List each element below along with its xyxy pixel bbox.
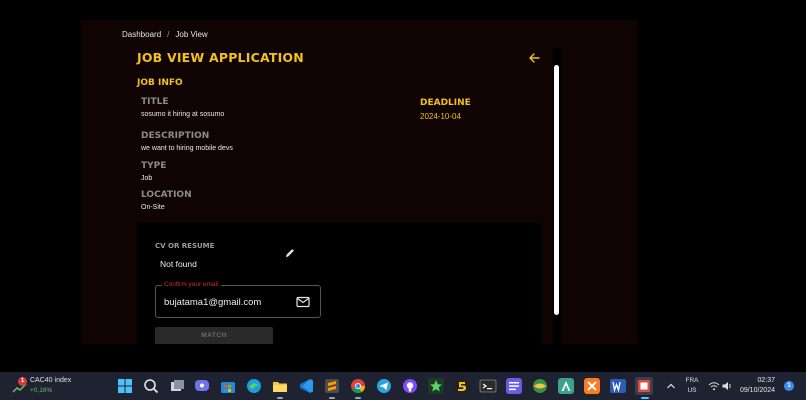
volume-icon[interactable]	[721, 380, 733, 392]
stock-widget[interactable]: 1 CAC40 index +0,16%	[12, 376, 82, 396]
github-icon[interactable]	[401, 377, 419, 395]
match-button[interactable]: MATCH	[155, 327, 273, 344]
section-title-job-info: JOB INFO	[137, 78, 183, 88]
deadline-label: DEADLINE	[420, 98, 471, 108]
breadcrumb-separator: /	[167, 30, 170, 39]
scrollbar-thumb[interactable]	[554, 65, 559, 315]
word-icon[interactable]	[609, 377, 627, 395]
editor-icon[interactable]	[505, 377, 523, 395]
breadcrumb-dashboard[interactable]: Dashboard	[122, 30, 161, 39]
search-icon[interactable]	[142, 377, 160, 395]
vscode-icon[interactable]	[297, 377, 315, 395]
sublime-text-icon[interactable]	[323, 377, 341, 395]
android-studio-icon[interactable]	[557, 377, 575, 395]
chrome-icon[interactable]	[349, 377, 367, 395]
widget-badge: 1	[18, 377, 27, 386]
arrow-left-icon[interactable]	[527, 51, 541, 65]
active-indicator	[355, 397, 361, 399]
desktop: Dashboard / Job View JOB VIEW APPLICATIO…	[0, 0, 806, 400]
cv-panel: CV OR RESUME Not found Confirm your emai…	[137, 223, 542, 344]
chevron-up-icon[interactable]	[665, 380, 677, 392]
widget-change: +0,16%	[30, 387, 53, 394]
email-field[interactable]: Confirm your email bujatama1@gmail.com	[155, 281, 321, 318]
type-value: Job	[141, 175, 153, 182]
deadline-value: 2024-10-04	[420, 112, 461, 121]
email-value[interactable]: bujatama1@gmail.com	[164, 297, 261, 308]
clock-time[interactable]: 02:37	[735, 377, 775, 384]
game-star-icon[interactable]	[427, 377, 445, 395]
widget-title: CAC40 index	[30, 377, 72, 384]
maps-icon[interactable]	[531, 377, 549, 395]
xampp-icon[interactable]	[583, 377, 601, 395]
game-5-icon[interactable]	[453, 377, 471, 395]
taskbar: 1 CAC40 index +0,16% FRA US 02:37 09/10/…	[0, 372, 806, 400]
title-label: TITLE	[141, 97, 169, 107]
keyboard-layout[interactable]: US	[682, 387, 702, 394]
location-value: On-Site	[141, 204, 165, 211]
job-view-window: Dashboard / Job View JOB VIEW APPLICATIO…	[81, 20, 638, 344]
teams-chat-icon[interactable]	[193, 377, 211, 395]
file-explorer-icon[interactable]	[271, 377, 289, 395]
breadcrumb: Dashboard / Job View	[122, 30, 208, 39]
mail-icon	[296, 296, 310, 308]
description-value: we want to hiring mobile devs	[141, 145, 233, 152]
type-label: TYPE	[141, 161, 167, 171]
edge-browser-icon[interactable]	[245, 377, 263, 395]
description-label: DESCRIPTION	[141, 131, 210, 141]
active-indicator	[641, 397, 649, 399]
active-indicator	[329, 397, 335, 399]
notification-badge[interactable]: 1	[784, 381, 794, 391]
active-app-icon[interactable]	[635, 377, 653, 395]
location-label: LOCATION	[141, 190, 192, 200]
breadcrumb-current: Job View	[175, 30, 208, 39]
windows-start-icon[interactable]	[116, 377, 134, 395]
clock-date[interactable]: 09/10/2024	[735, 387, 775, 394]
pencil-icon[interactable]	[284, 247, 296, 259]
title-value: sosumo it hiring at sosumo	[141, 111, 225, 118]
task-view-icon[interactable]	[168, 377, 186, 395]
active-indicator	[277, 397, 283, 399]
cv-value: Not found	[160, 259, 197, 269]
store-icon[interactable]	[219, 377, 237, 395]
cv-label: CV OR RESUME	[155, 242, 215, 250]
terminal-icon[interactable]	[479, 377, 497, 395]
email-field-label: Confirm your email	[162, 281, 221, 288]
page-title: JOB VIEW APPLICATION	[137, 50, 304, 65]
telegram-icon[interactable]	[375, 377, 393, 395]
wifi-icon[interactable]	[708, 380, 720, 392]
language-code[interactable]: FRA	[682, 377, 702, 384]
